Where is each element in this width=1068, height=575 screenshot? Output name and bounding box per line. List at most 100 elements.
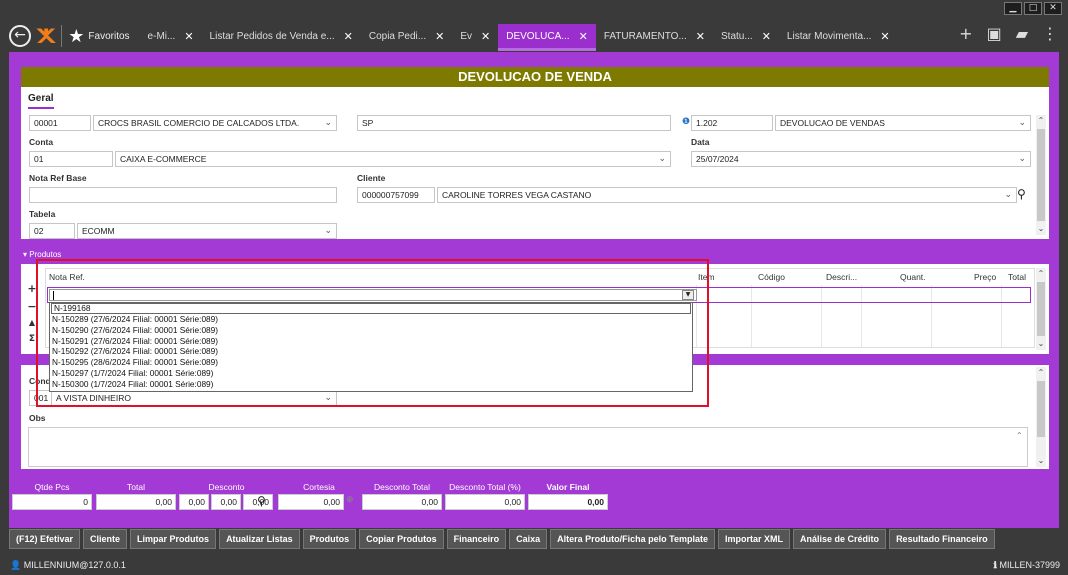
search-icon[interactable]: ⚲ <box>1017 187 1026 201</box>
col-codigo[interactable]: Código <box>758 269 785 285</box>
col-descricao[interactable]: Descri... <box>826 269 857 285</box>
close-tab-icon[interactable]: ✕ <box>696 30 705 43</box>
nota-ref-base-field[interactable] <box>29 187 337 203</box>
tabela-select[interactable]: ECOMM ⌄ <box>77 223 337 239</box>
move-up-icon[interactable]: ▲ <box>25 318 39 327</box>
chevron-down-icon[interactable]: ⌄ <box>1018 116 1026 130</box>
analise-credito-button[interactable]: Análise de Crédito <box>793 529 887 549</box>
produtos-scrollbar[interactable]: ⌃ ⌄ <box>1036 268 1046 350</box>
tab-listar-movimentacoes[interactable]: Listar Movimenta... ✕ <box>779 24 898 48</box>
desconto-value-a[interactable]: 0,00 <box>179 494 209 510</box>
chat-icon[interactable]: ▰ <box>1016 24 1028 43</box>
col-item[interactable]: Item <box>698 269 715 285</box>
col-total[interactable]: Total <box>1008 269 1026 285</box>
tab-faturamento[interactable]: FATURAMENTO... ✕ <box>596 24 713 48</box>
close-tab-icon[interactable]: ✕ <box>579 30 588 43</box>
chevron-down-icon[interactable]: ⌄ <box>1004 188 1012 202</box>
copiar-produtos-button[interactable]: Copiar Produtos <box>359 529 444 549</box>
produtos-section-header[interactable]: ▾ Produtos <box>21 250 1049 260</box>
add-tab-icon[interactable]: + <box>959 24 972 43</box>
minimize-icon[interactable]: ▁ <box>1004 2 1022 15</box>
chevron-down-icon[interactable]: ⌄ <box>1018 152 1026 166</box>
cliente-select[interactable]: CAROLINE TORRES VEGA CASTANO ⌄ <box>437 187 1017 203</box>
caixa-button[interactable]: Caixa <box>509 529 548 549</box>
table-row[interactable]: ▼ <box>47 287 1031 303</box>
more-icon[interactable]: ⋮ <box>1042 24 1058 43</box>
empresa-select[interactable]: CROCS BRASIL COMERCIO DE CALCADOS LTDA. ⌄ <box>93 115 337 131</box>
remove-icon[interactable]: − <box>25 300 39 313</box>
condicao-scrollbar[interactable]: ⌃ ⌄ <box>1036 367 1046 467</box>
chevron-down-icon[interactable]: ⌄ <box>324 224 332 238</box>
scroll-down-icon[interactable]: ⌄ <box>1036 455 1046 467</box>
condicao-select[interactable]: A VISTA DINHEIRO ⌄ <box>51 390 337 406</box>
cfop-code-field[interactable]: 1.202 <box>691 115 773 131</box>
close-tab-icon[interactable]: ✕ <box>184 30 193 43</box>
nota-ref-dropdown[interactable]: N-199168 N-150289 (27/6/2024 Filial: 000… <box>49 302 693 392</box>
scrollbar-thumb[interactable] <box>1037 381 1045 437</box>
close-tab-icon[interactable]: ✕ <box>344 30 353 43</box>
chevron-down-icon[interactable]: ▼ <box>682 290 694 300</box>
col-nota-ref[interactable]: Nota Ref. <box>49 269 85 285</box>
list-item[interactable]: N-150291 (27/6/2024 Filial: 00001 Série:… <box>50 336 692 347</box>
cliente-code-field[interactable]: 000000757099 <box>357 187 435 203</box>
list-item[interactable]: N-199168 <box>51 303 691 314</box>
condicao-code-field[interactable]: 001 <box>29 390 51 406</box>
add-icon[interactable]: + <box>25 282 39 295</box>
list-item[interactable]: N-150297 (1/7/2024 Filial: 00001 Série:0… <box>50 368 692 379</box>
scroll-up-icon[interactable]: ⌃ <box>1016 431 1023 440</box>
altera-produto-button[interactable]: Altera Produto/Ficha pelo Template <box>550 529 716 549</box>
limpar-produtos-button[interactable]: Limpar Produtos <box>130 529 217 549</box>
scrollbar-thumb[interactable] <box>1037 282 1045 336</box>
produtos-button[interactable]: Produtos <box>302 529 357 549</box>
conta-select[interactable]: CAIXA E-COMMERCE ⌄ <box>115 151 671 167</box>
conta-code-field[interactable]: 01 <box>29 151 113 167</box>
chevron-down-icon[interactable]: ⌄ <box>324 391 332 405</box>
list-item[interactable]: N-150290 (27/6/2024 Filial: 00001 Série:… <box>50 325 692 336</box>
tab-email[interactable]: e-Mi... ✕ <box>140 24 202 48</box>
tab-ev[interactable]: Ev ✕ <box>452 24 498 48</box>
uf-field[interactable]: SP <box>357 115 671 131</box>
sum-icon[interactable]: Σ <box>25 334 39 344</box>
tab-status[interactable]: Statu... ✕ <box>713 24 779 48</box>
general-scrollbar[interactable]: ⌃ ⌄ <box>1036 115 1046 235</box>
maximize-icon[interactable]: □ <box>1024 2 1042 15</box>
cliente-button[interactable]: Cliente <box>83 529 128 549</box>
favorites-button[interactable]: ★ Favoritos <box>68 26 129 47</box>
data-field[interactable]: 25/07/2024 ⌄ <box>691 151 1031 167</box>
scroll-down-icon[interactable]: ⌄ <box>1036 223 1046 235</box>
efetivar-button[interactable]: (F12) Efetivar <box>9 529 81 549</box>
list-item[interactable]: N-150289 (27/6/2024 Filial: 00001 Série:… <box>50 314 692 325</box>
scroll-up-icon[interactable]: ⌃ <box>1036 367 1046 379</box>
scrollbar-thumb[interactable] <box>1037 129 1045 221</box>
clipboard-icon[interactable]: ▣ <box>987 24 1002 43</box>
financeiro-button[interactable]: Financeiro <box>446 529 507 549</box>
col-quant[interactable]: Quant. <box>900 269 926 285</box>
cfop-select[interactable]: DEVOLUCAO DE VENDAS ⌄ <box>775 115 1031 131</box>
list-item[interactable]: N-150292 (27/6/2024 Filial: 00001 Série:… <box>50 346 692 357</box>
back-icon[interactable]: ← <box>9 25 31 47</box>
col-preco[interactable]: Preço <box>974 269 996 285</box>
search-icon[interactable]: ⚲ <box>257 494 266 508</box>
desconto-value-b[interactable]: 0,00 <box>211 494 241 510</box>
close-tab-icon[interactable]: ✕ <box>762 30 771 43</box>
tab-devolucao[interactable]: DEVOLUCA... ✕ <box>498 24 596 51</box>
importar-xml-button[interactable]: Importar XML <box>718 529 791 549</box>
scroll-up-icon[interactable]: ⌃ <box>1036 115 1046 127</box>
scroll-down-icon[interactable]: ⌄ <box>1036 338 1046 350</box>
tab-geral[interactable]: Geral <box>28 93 54 109</box>
close-tab-icon[interactable]: ✕ <box>481 30 490 43</box>
scroll-up-icon[interactable]: ⌃ <box>1036 268 1046 280</box>
list-item[interactable]: N-150295 (28/6/2024 Filial: 00001 Série:… <box>50 357 692 368</box>
close-window-icon[interactable]: ✕ <box>1044 2 1062 15</box>
close-tab-icon[interactable]: ✕ <box>880 30 889 43</box>
zoom-icon[interactable]: ⊕ <box>346 495 354 505</box>
chevron-down-icon[interactable]: ⌄ <box>658 152 666 166</box>
atualizar-listas-button[interactable]: Atualizar Listas <box>219 529 300 549</box>
info-icon[interactable]: ❶ <box>682 117 690 127</box>
nota-ref-combo[interactable]: ▼ <box>49 289 697 301</box>
tabela-code-field[interactable]: 02 <box>29 223 75 239</box>
list-item[interactable]: N-150300 (1/7/2024 Filial: 00001 Série:0… <box>50 379 692 390</box>
obs-textarea[interactable] <box>28 427 1028 467</box>
close-tab-icon[interactable]: ✕ <box>435 30 444 43</box>
tab-listar-pedidos[interactable]: Listar Pedidos de Venda e... ✕ <box>202 24 361 48</box>
